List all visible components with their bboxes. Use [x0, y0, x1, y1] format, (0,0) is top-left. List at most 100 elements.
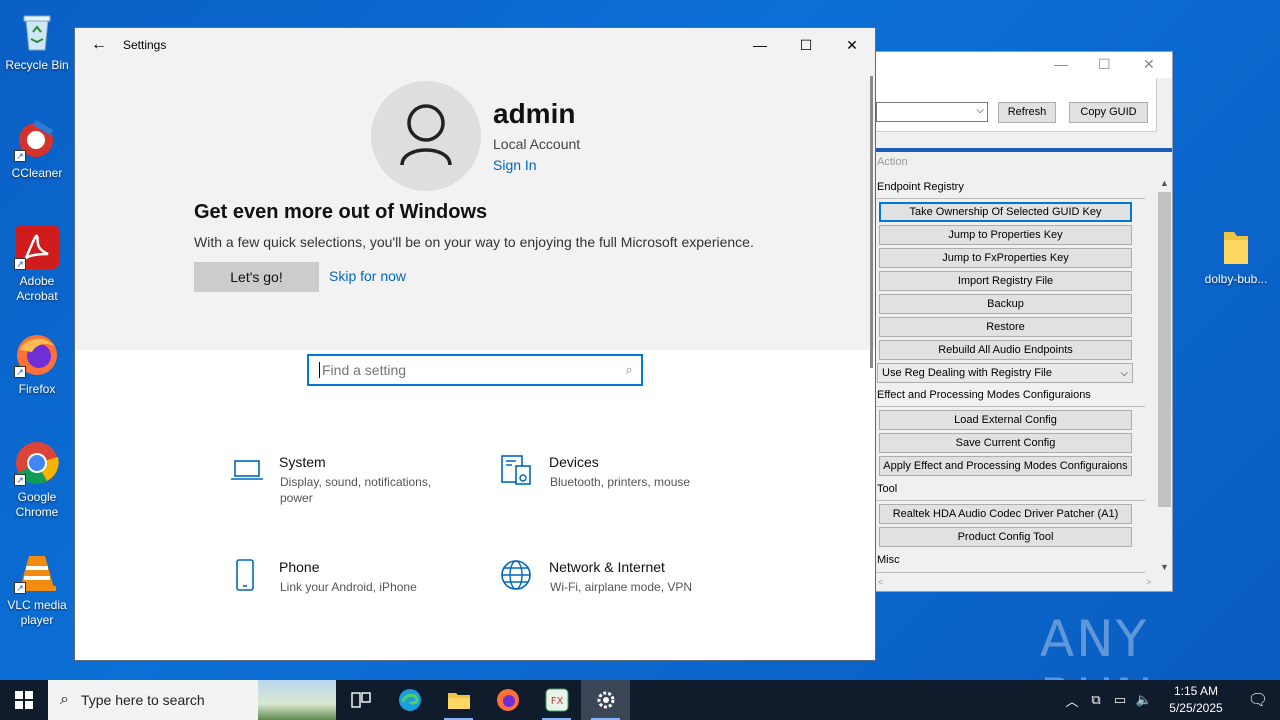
network-icon[interactable]: ▭: [1108, 692, 1132, 708]
desktop-icon-label: Adobe Acrobat: [16, 274, 58, 303]
load-config-button[interactable]: Load External Config: [879, 410, 1132, 430]
desktop-icon-label: Google Chrome: [15, 490, 59, 519]
take-ownership-button[interactable]: Take Ownership Of Selected GUID Key: [879, 202, 1132, 222]
scroll-left-icon[interactable]: <: [878, 577, 883, 587]
window-title: Settings: [123, 38, 167, 52]
start-button[interactable]: [0, 680, 48, 720]
acrobat-icon: ↗: [14, 224, 60, 270]
category-description: Link your Android, iPhone: [280, 580, 417, 594]
clock-date: 5/25/2025: [1169, 701, 1223, 715]
settings-window[interactable]: ← Settings — ☐ ✕ admin Local Account Sig…: [74, 27, 876, 661]
jump-fxproperties-button[interactable]: Jump to FxProperties Key: [879, 248, 1132, 268]
section-tool: Tool: [877, 483, 898, 495]
section-effect-modes: Effect and Processing Modes Configuraion…: [877, 389, 1091, 401]
back-arrow-icon[interactable]: ←: [75, 36, 123, 54]
scroll-right-icon[interactable]: >: [1146, 577, 1151, 587]
taskbar-file-explorer[interactable]: [434, 680, 483, 720]
desktop-folder-dolby[interactable]: dolby-bub...: [1203, 226, 1269, 286]
notifications-icon[interactable]: 🗨: [1236, 690, 1280, 710]
volume-icon[interactable]: 🔈: [1132, 692, 1156, 708]
gear-icon: [597, 691, 614, 709]
system-tray: ︿ ⧉ ▭ 🔈 1:15 AM 5/25/2025 🗨: [1060, 680, 1280, 720]
desktop-icon-recycle-bin[interactable]: Recycle Bin: [1, 8, 73, 73]
refresh-button[interactable]: Refresh: [998, 102, 1056, 123]
maximize-icon[interactable]: ☐: [783, 28, 829, 62]
scroll-down-icon[interactable]: ▼: [1160, 562, 1169, 572]
taskbar-settings[interactable]: [581, 680, 630, 720]
desktop-icon-label: VLC media player: [7, 598, 67, 627]
reg-dealing-dropdown[interactable]: Use Reg Dealing with Registry File ⌵: [877, 363, 1133, 383]
tool-titlebar: — ☐ ✕: [876, 52, 1172, 78]
taskbar-firefox[interactable]: [483, 680, 532, 720]
settings-scrollbar[interactable]: [870, 76, 873, 368]
desktop-icon-vlc[interactable]: ↗ VLC media player: [1, 548, 73, 628]
save-config-button[interactable]: Save Current Config: [879, 433, 1132, 453]
account-banner: admin Local Account Sign In Get even mor…: [75, 62, 875, 350]
recycle-bin-icon: [14, 8, 60, 54]
separator: [876, 198, 1145, 199]
edge-icon: [398, 689, 421, 711]
phone-icon: [230, 559, 264, 593]
category-name: Devices: [549, 454, 599, 470]
minimize-icon[interactable]: —: [737, 28, 783, 62]
endpoint-tool-window[interactable]: — ☐ ✕ ⌵ Refresh Copy GUID Action Endpoin…: [876, 51, 1173, 592]
separator: [876, 406, 1145, 407]
taskbar-search-box[interactable]: ⌕ Type here to search: [48, 680, 336, 720]
rebuild-endpoints-button[interactable]: Rebuild All Audio Endpoints: [879, 340, 1132, 360]
task-view-button[interactable]: [336, 680, 385, 720]
separator: [876, 500, 1145, 501]
search-input[interactable]: [319, 362, 617, 378]
clock-time: 1:15 AM: [1173, 684, 1219, 698]
realtek-patcher-button[interactable]: Realtek HDA Audio Codec Driver Patcher (…: [879, 504, 1132, 524]
category-description: Bluetooth, printers, mouse: [550, 475, 691, 489]
firefox-icon: [496, 689, 519, 711]
apply-effect-button[interactable]: Apply Effect and Processing Modes Config…: [879, 456, 1132, 476]
import-registry-button[interactable]: Import Registry File: [879, 271, 1132, 291]
vertical-scrollbar[interactable]: ▲ ▼: [1156, 176, 1172, 575]
jump-properties-button[interactable]: Jump to Properties Key: [879, 225, 1132, 245]
desktop-icon-label: CCleaner: [11, 166, 63, 180]
desktop-icon-ccleaner[interactable]: ↗ CCleaner: [1, 116, 73, 181]
search-icon: ⌕: [60, 691, 69, 708]
separator: [876, 572, 1145, 573]
category-name: Network & Internet: [549, 559, 665, 575]
network-status-icon[interactable]: ⧉: [1084, 692, 1108, 708]
user-icon: [400, 104, 452, 166]
copy-guid-button[interactable]: Copy GUID: [1069, 102, 1148, 123]
guid-combobox[interactable]: ⌵: [876, 102, 988, 122]
devices-icon: [500, 454, 534, 488]
category-description: Wi-Fi, airplane mode, VPN: [550, 580, 693, 594]
promo-title: Get even more out of Windows: [194, 201, 488, 223]
minimize-icon[interactable]: —: [1054, 56, 1068, 72]
scroll-up-icon[interactable]: ▲: [1160, 178, 1169, 188]
desktop-icon-adobe-acrobat[interactable]: ↗ Adobe Acrobat: [1, 224, 73, 304]
product-config-button[interactable]: Product Config Tool: [879, 527, 1132, 547]
sign-in-link[interactable]: Sign In: [493, 157, 537, 173]
category-name: Phone: [279, 559, 320, 575]
svg-text:FX: FX: [550, 696, 563, 707]
shortcut-arrow-icon: ↗: [14, 366, 26, 378]
desktop-icon-google-chrome[interactable]: ↗ Google Chrome: [1, 440, 73, 520]
close-icon[interactable]: ✕: [1143, 56, 1155, 73]
skip-for-now-link[interactable]: Skip for now: [329, 268, 406, 284]
category-name: System: [279, 454, 326, 470]
desktop-icon-firefox[interactable]: ↗ Firefox: [1, 332, 73, 397]
clock[interactable]: 1:15 AM 5/25/2025: [1156, 683, 1236, 717]
chevron-up-icon[interactable]: ︿: [1060, 691, 1084, 710]
taskbar-fx-tool[interactable]: FX: [532, 680, 581, 720]
horizontal-scrollbar[interactable]: < >: [876, 575, 1156, 591]
backup-button[interactable]: Backup: [879, 294, 1132, 314]
settings-titlebar: ← Settings — ☐ ✕: [75, 28, 875, 62]
restore-button[interactable]: Restore: [879, 317, 1132, 337]
section-endpoint-registry: Endpoint Registry: [877, 181, 964, 193]
task-view-icon: [350, 692, 371, 708]
desktop-icon-label: Firefox: [18, 382, 56, 396]
taskbar-edge[interactable]: [385, 680, 434, 720]
close-icon[interactable]: ✕: [829, 28, 875, 62]
lets-go-button[interactable]: Let's go!: [194, 262, 319, 292]
taskbar-search-placeholder: Type here to search: [80, 692, 205, 708]
search-highlight-image: [258, 680, 336, 720]
maximize-icon[interactable]: ☐: [1098, 56, 1111, 73]
find-setting-search[interactable]: ⌕: [307, 354, 643, 386]
scrollbar-thumb[interactable]: [1158, 192, 1171, 507]
